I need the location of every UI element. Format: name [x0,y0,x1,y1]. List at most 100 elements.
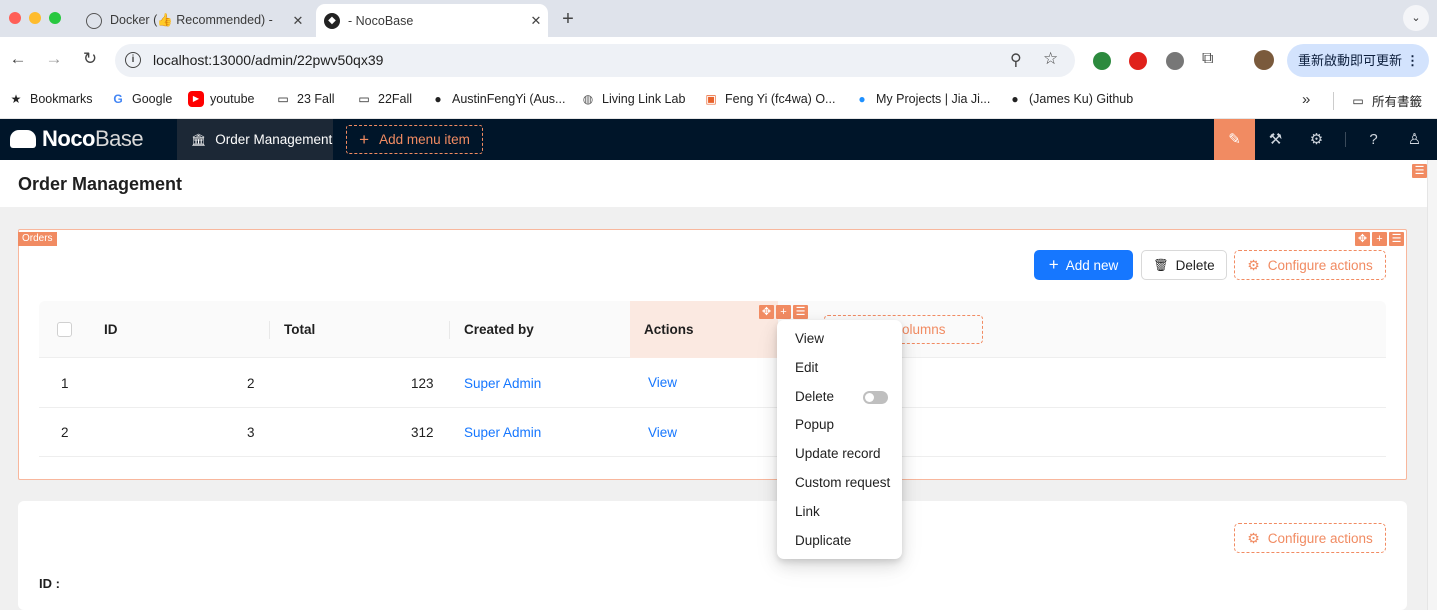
bookmark-item[interactable]: ▶ youtube [188,91,254,107]
back-arrow-icon[interactable]: ← [8,49,28,69]
add-block-plus-icon[interactable]: + [1372,232,1387,246]
column-toolbar: ✥ + ☰ [759,305,808,319]
cell-created-by-link[interactable]: Super Admin [464,359,541,408]
menu-item-update-record[interactable]: Update record [777,439,902,468]
browser-tab-bar: Docker (👍 Recommended) - ✕ ◆ - NocoBase … [0,0,1437,37]
help-question-icon[interactable]: ? [1353,119,1394,160]
bookmark-item[interactable]: ◍ Living Link Lab [580,91,686,107]
profile-avatar[interactable] [1254,50,1274,70]
view-action-link[interactable]: View [648,358,677,407]
close-tab-icon[interactable]: ✕ [286,13,310,29]
menu-item-label: Order Management [215,132,333,147]
drag-move-icon[interactable]: ✥ [759,305,774,319]
menu-item-link[interactable]: Link [777,497,902,526]
column-divider [269,321,270,339]
column-settings-menu-icon[interactable]: ☰ [793,305,808,319]
block-tag-orders: Orders [18,232,57,246]
ui-editor-highlighter-icon[interactable]: ✎ [1214,119,1255,160]
user-icon[interactable]: ♙ [1394,119,1435,160]
menu-item-delete[interactable]: Delete [777,382,902,411]
opera-extension-icon[interactable] [1129,52,1147,70]
star-icon: ★ [10,92,22,106]
bookmark-item[interactable]: ▭ 22Fall [356,91,412,107]
bookmark-item[interactable]: ● (James Ku) Github [1007,91,1133,107]
bookmark-item[interactable]: G Google [110,91,172,107]
bookmark-label: My Projects | Jia Ji... [876,92,991,106]
logo-text-noco: Noco [42,126,96,151]
menu-item-view[interactable]: View [777,324,902,353]
add-plus-icon[interactable]: + [776,305,791,319]
tab-search-chevron-icon[interactable]: ⌄ [1403,5,1429,31]
plugin-rocket-icon[interactable]: ⚒ [1255,119,1296,160]
zoom-icon[interactable]: ⚲ [1010,50,1022,70]
grammarly-extension-icon[interactable] [1093,52,1111,70]
add-new-label: Add new [1065,257,1119,273]
folder-icon: ▭ [1352,93,1364,108]
view-action-link[interactable]: View [648,408,677,457]
drag-move-icon[interactable]: ✥ [1355,232,1370,246]
column-header-created-by[interactable]: Created by [464,301,534,358]
tab-title: - NocoBase [348,13,414,28]
column-header-actions-cell[interactable]: Actions [630,301,778,358]
settings-gear-icon[interactable]: ⚙ [1296,119,1337,160]
bookmark-item[interactable]: ▣ Feng Yi (fc4wa) O... [703,91,835,107]
tab-title: Docker (👍 Recommended) - [110,13,273,27]
forward-arrow-icon[interactable]: → [44,49,64,69]
bookmark-item[interactable]: ● My Projects | Jia Ji... [854,91,990,107]
bookmark-item[interactable]: ★ Bookmarks [8,91,93,107]
url-bar[interactable]: i localhost:13000/admin/22pwv50qx39 ⚲ ☆ [115,44,1075,77]
close-tab-icon[interactable]: ✕ [524,13,548,29]
block-settings-menu-icon[interactable]: ☰ [1389,232,1404,246]
delete-button[interactable]: 🗑 Delete [1141,250,1227,280]
cell-created-by-link[interactable]: Super Admin [464,408,541,457]
google-icon: G [113,92,123,106]
bookmark-label: 所有書籤 [1372,95,1423,109]
column-header-id[interactable]: ID [104,301,118,358]
vertical-scrollbar[interactable] [1427,160,1437,610]
site-info-icon[interactable]: i [125,52,141,68]
menu-item-custom-request[interactable]: Custom request [777,468,902,497]
table-header: ID Total Created by Actions [39,301,1386,358]
globe-icon: ◍ [582,92,594,106]
bookmark-label: AustinFengYi (Aus... [452,92,566,106]
browser-tab-nocobase[interactable]: ◆ - NocoBase ✕ [316,4,548,37]
menu-item-popup[interactable]: Popup [777,410,902,439]
more-bookmarks-chevron-icon[interactable]: » [1302,91,1310,108]
new-tab-button[interactable]: + [558,8,578,31]
select-all-checkbox[interactable] [57,322,72,337]
cell-total: 312 [411,425,434,440]
maximize-window-button[interactable] [49,12,61,24]
menu-item-edit[interactable]: Edit [777,353,902,382]
update-browser-button[interactable]: 重新啟動即可更新 ⋮ [1287,44,1429,77]
delete-toggle-switch[interactable] [863,391,888,404]
row-index: 2 [61,425,69,440]
page-title: Order Management [18,174,183,194]
row-index: 1 [61,376,69,391]
youtube-icon: ▶ [188,91,204,107]
github-icon: ● [1011,92,1019,106]
close-window-button[interactable] [9,12,21,24]
menu-item-duplicate[interactable]: Duplicate [777,526,902,555]
browser-tab-docker[interactable]: Docker (👍 Recommended) - ✕ [78,4,310,37]
add-new-button[interactable]: + Add new [1034,250,1133,280]
page-settings[interactable]: ☰ [1412,162,1427,178]
nocobase-logo[interactable]: Noco Base [10,126,144,152]
gear-icon: ⚙ [1247,256,1260,273]
configure-actions-button[interactable]: ⚙ Configure actions [1234,250,1386,280]
reload-icon[interactable]: ↻ [80,49,100,69]
all-bookmarks-folder[interactable]: ▭ 所有書籤 [1350,91,1422,110]
bookmark-item[interactable]: ● AustinFengYi (Aus... [430,91,565,107]
table-row[interactable]: 2 3 312 Super Admin View [39,408,1386,457]
configure-actions-button[interactable]: ⚙ Configure actions [1234,523,1386,553]
bookmark-star-icon[interactable]: ☆ [1043,49,1058,69]
extensions-puzzle-icon[interactable]: ⧉ [1202,50,1220,68]
minimize-window-button[interactable] [29,12,41,24]
table-row[interactable]: 1 2 123 Super Admin View [39,359,1386,408]
menu-lines-icon[interactable]: ☰ [1412,164,1427,178]
extension-x-icon[interactable] [1166,52,1184,70]
menu-item-order-management[interactable]: 🏛 Order Management [177,119,333,160]
bookmarks-divider [1333,92,1334,110]
column-header-total[interactable]: Total [284,301,315,358]
add-menu-item-button[interactable]: + Add menu item [346,125,483,154]
bookmark-item[interactable]: ▭ 23 Fall [275,91,334,107]
